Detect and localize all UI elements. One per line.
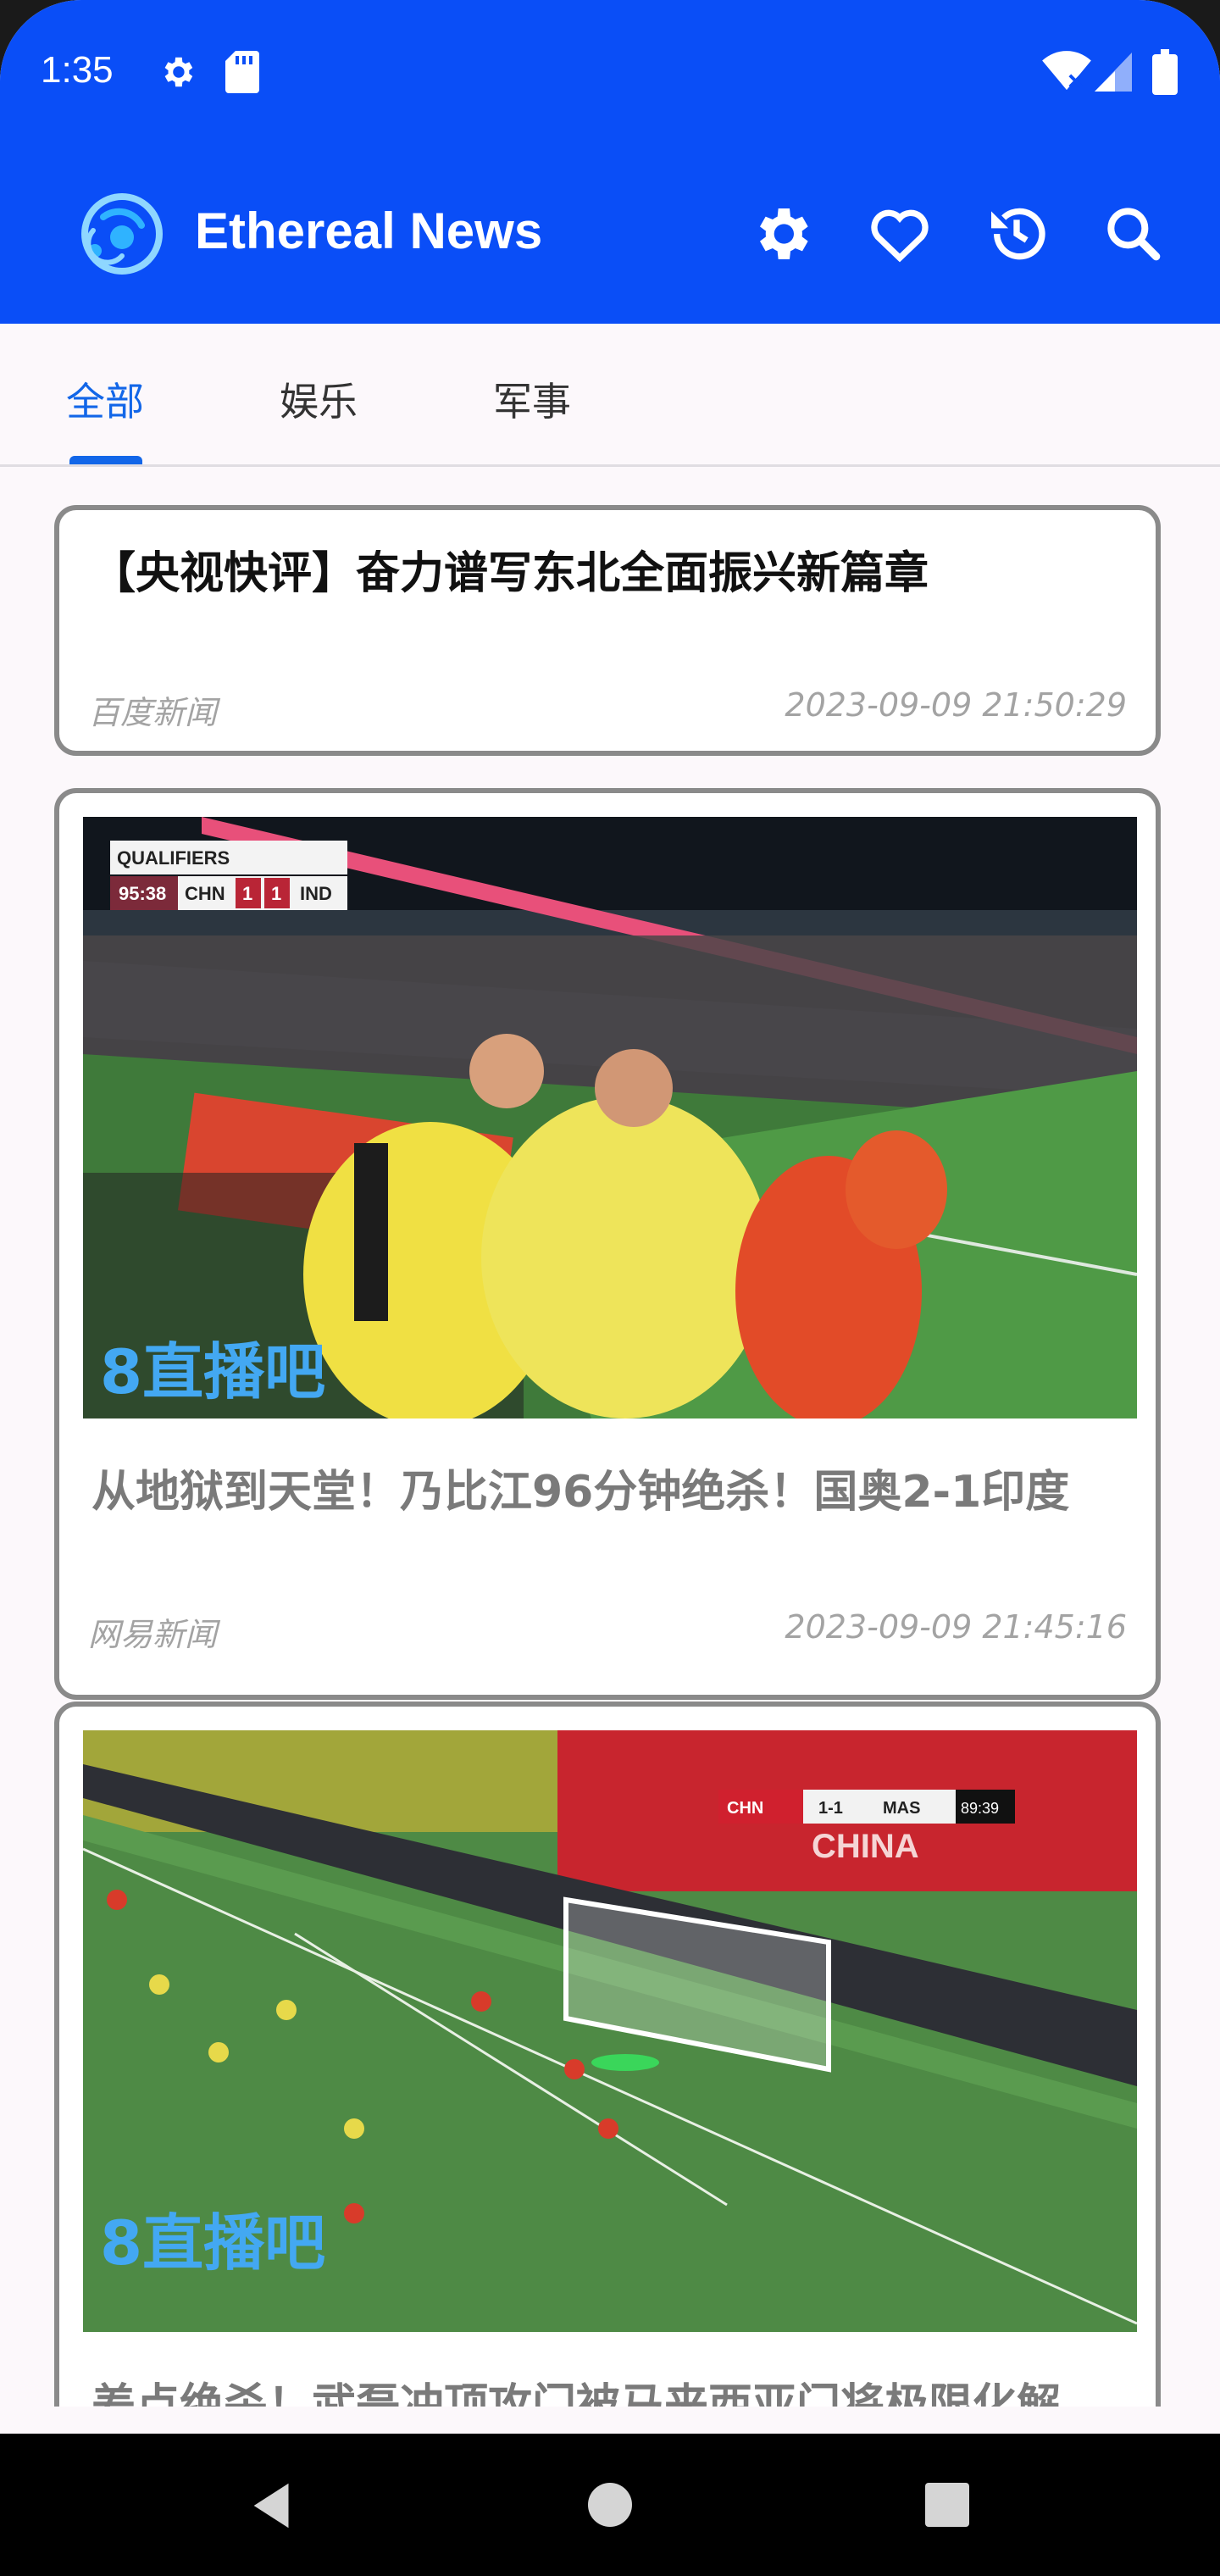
svg-text:95:38: 95:38 [119,883,166,904]
svg-text:QUALIFIERS: QUALIFIERS [117,847,230,869]
search-button[interactable] [1100,200,1167,268]
recent-apps-icon[interactable] [925,2483,969,2527]
wifi-icon [1042,51,1091,91]
favorites-button[interactable] [866,200,934,268]
news-title: 【央视快评】奋力谱写东北全面振兴新篇章 [92,548,929,599]
search-icon [1107,208,1161,261]
sd-card-icon [225,51,259,93]
news-time: 2023-09-09 21:50:29 [785,686,1127,724]
gear-icon [760,208,808,259]
settings-status-icon [164,57,193,87]
svg-text:8直播吧: 8直播吧 [100,1336,325,1407]
news-card[interactable]: CHINA CHN 1-1 MAS 89:39 8直播吧 差点绝杀！武磊冲顶攻门… [54,1702,1161,2407]
cell-signal-icon [1095,53,1132,92]
news-card[interactable]: QUALIFIERS 95:38 CHN 1 1 IND 8直播吧 从地狱到天堂… [54,788,1161,1700]
svg-text:8直播吧: 8直播吧 [100,2207,325,2279]
heart-icon [871,209,929,263]
app-title: Ethereal News [195,203,543,259]
app-logo-icon [81,193,163,275]
news-time: 2023-09-09 21:45:16 [785,1608,1127,1646]
app-header: 1:35 Ethereal News [0,0,1220,324]
svg-text:89:39: 89:39 [961,1800,999,1817]
svg-text:1: 1 [242,883,252,904]
news-title: 差点绝杀！武磊冲顶攻门被马来西亚门将极限化解 [92,2380,1062,2407]
svg-text:1: 1 [271,883,281,904]
news-source: 网易新闻 [88,1616,218,1653]
svg-text:CHN: CHN [727,1799,763,1818]
news-card[interactable]: 【央视快评】奋力谱写东北全面振兴新篇章 百度新闻 2023-09-09 21:5… [54,505,1161,756]
system-nav-bar [0,2434,1220,2576]
svg-text:1-1: 1-1 [818,1799,843,1818]
history-icon [991,208,1045,260]
back-icon[interactable] [244,2476,303,2535]
category-tabs: 全部 娱乐 军事 [0,324,1220,467]
settings-button[interactable] [747,200,815,268]
history-button[interactable] [983,200,1051,268]
battery-icon [1152,49,1178,95]
tab-entertainment[interactable]: 娱乐 [280,371,358,427]
status-time: 1:35 [41,49,114,91]
svg-text:CHN: CHN [185,883,225,904]
news-title: 从地狱到天堂！乃比江96分钟绝杀！国奥2-1印度 [92,1467,1070,1518]
news-source: 百度新闻 [88,694,218,731]
svg-text:MAS: MAS [883,1799,920,1818]
svg-text:CHINA: CHINA [812,1828,919,1865]
phone-screen: 1:35 Ethereal News 全部 娱乐 军事 【央视快评】奋力谱写东北… [0,0,1220,2576]
tab-indicator [69,456,142,464]
tab-military[interactable]: 军事 [493,371,571,427]
news-image: CHINA CHN 1-1 MAS 89:39 8直播吧 [83,1730,1137,2332]
svg-text:IND: IND [300,883,332,904]
tab-all[interactable]: 全部 [66,371,144,427]
news-feed[interactable]: 【央视快评】奋力谱写东北全面振兴新篇章 百度新闻 2023-09-09 21:5… [0,468,1220,2407]
home-icon[interactable] [588,2483,632,2527]
news-image: QUALIFIERS 95:38 CHN 1 1 IND 8直播吧 [83,817,1137,1418]
